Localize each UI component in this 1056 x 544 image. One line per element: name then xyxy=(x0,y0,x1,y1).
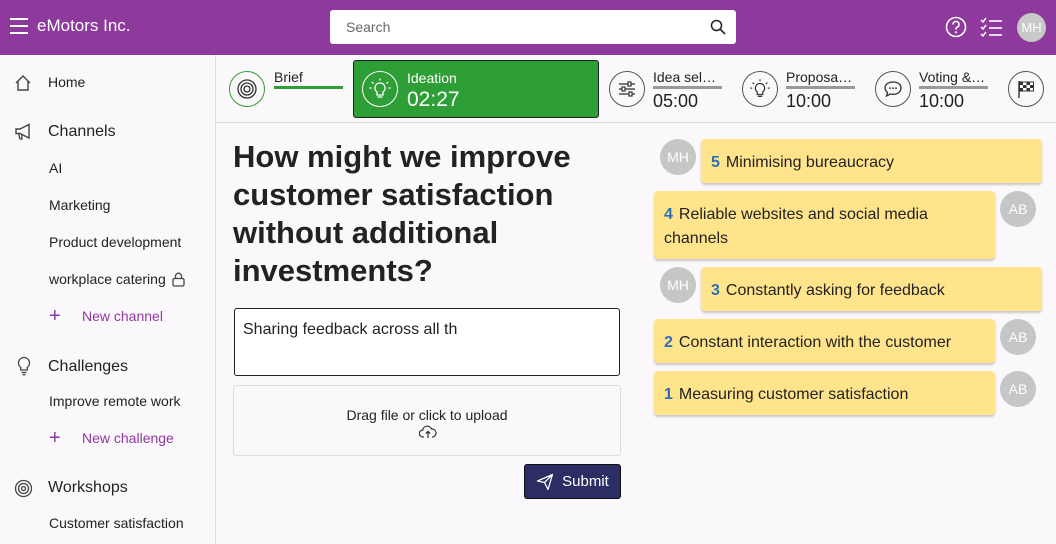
submit-button[interactable]: Submit xyxy=(524,464,621,499)
send-icon xyxy=(537,473,554,490)
phase-ideation[interactable]: Ideation 02:27 xyxy=(353,60,599,118)
idea-number: 5 xyxy=(711,154,720,171)
search-input[interactable] xyxy=(330,10,690,44)
phase-progress-line xyxy=(653,86,722,89)
idea-author-avatar: MH xyxy=(660,267,696,303)
phase-voting[interactable]: Voting &… 10:00 xyxy=(875,55,995,123)
lightbulb-icon xyxy=(362,71,398,107)
lightbulb-icon xyxy=(742,71,778,107)
idea-author-avatar: MH xyxy=(660,139,696,175)
idea-text: Minimising bureaucracy xyxy=(725,154,894,171)
sliders-icon xyxy=(609,71,645,107)
sidebar: Home Channels AI Marketing Product devel… xyxy=(0,55,216,544)
idea-author-avatar: AB xyxy=(1000,191,1036,227)
search-box xyxy=(330,10,736,44)
idea-card[interactable]: 2 Constant interaction with the customer xyxy=(654,319,995,363)
phase-timer: 02:27 xyxy=(407,88,460,111)
phase-progress-line xyxy=(786,86,855,89)
file-upload-dropzone[interactable]: Drag file or click to upload xyxy=(233,385,621,456)
phase-progress-line xyxy=(274,86,343,89)
idea-number: 1 xyxy=(664,386,673,403)
phase-progress-line xyxy=(919,86,988,89)
idea-text: Constant interaction with the customer xyxy=(678,334,952,351)
phase-proposal[interactable]: Proposa… 10:00 xyxy=(742,55,862,123)
phase-name: Voting &… xyxy=(919,69,986,85)
new-challenge-label: New challenge xyxy=(82,430,174,446)
sidebar-item-challenge[interactable]: Improve remote work xyxy=(0,393,215,411)
sidebar-section-label: Workshops xyxy=(48,479,128,496)
new-channel-button[interactable]: + New channel xyxy=(0,305,215,327)
idea-card[interactable]: 4 Reliable websites and social media chan… xyxy=(654,191,995,259)
phase-timer: 10:00 xyxy=(786,91,832,111)
new-challenge-button[interactable]: + New challenge xyxy=(0,427,215,449)
sidebar-item-label: Marketing xyxy=(49,197,111,213)
sidebar-item-channel[interactable]: AI xyxy=(0,160,215,178)
phase-name: Idea sel… xyxy=(653,69,717,85)
phase-name: Ideation xyxy=(407,70,457,86)
phase-brief[interactable]: Brief xyxy=(229,55,349,123)
megaphone-icon xyxy=(14,123,34,144)
idea-card[interactable]: 3 Constantly asking for feedback xyxy=(701,267,1042,311)
lock-icon xyxy=(172,272,185,290)
sidebar-item-workshop[interactable]: Customer satisfaction xyxy=(0,515,215,533)
sidebar-section-label: Channels xyxy=(48,123,116,140)
help-icon[interactable] xyxy=(945,16,967,43)
submit-label: Submit xyxy=(562,473,609,490)
new-channel-label: New channel xyxy=(82,308,163,324)
phase-bar: Brief Ideation 02:27 Idea sel… 05:00 Pro… xyxy=(216,55,1056,123)
app-title: eMotors Inc. xyxy=(37,16,131,35)
idea-text: Measuring customer satisfaction xyxy=(678,386,909,403)
sidebar-item-channel[interactable]: Marketing xyxy=(0,197,215,215)
phase-timer: 05:00 xyxy=(653,91,699,111)
sidebar-item-home[interactable]: Home xyxy=(0,74,215,94)
upload-label: Drag file or click to upload xyxy=(346,407,508,423)
chat-bubble-icon xyxy=(875,71,911,107)
challenge-question: How might we improve customer satisfacti… xyxy=(233,139,571,288)
top-bar: eMotors Inc. MH xyxy=(0,0,1056,55)
menu-icon[interactable] xyxy=(10,18,28,34)
phase-timer: 10:00 xyxy=(919,91,965,111)
sidebar-section-workshops[interactable]: Workshops xyxy=(0,478,215,500)
idea-author-avatar: AB xyxy=(1000,371,1036,407)
idea-card[interactable]: 5 Minimising bureaucracy xyxy=(701,139,1042,183)
cloud-upload-icon xyxy=(418,425,437,444)
search-icon[interactable] xyxy=(710,19,726,40)
phase-name: Brief xyxy=(274,69,303,85)
sidebar-item-label: AI xyxy=(49,160,63,176)
idea-input[interactable] xyxy=(234,308,620,376)
sidebar-item-label: Product development xyxy=(49,234,182,250)
idea-number: 2 xyxy=(664,334,673,351)
idea-text: Constantly asking for feedback xyxy=(725,282,945,299)
sidebar-item-label: Home xyxy=(48,74,86,90)
sidebar-item-channel[interactable]: Product development xyxy=(0,234,215,252)
target-icon xyxy=(14,479,33,501)
phase-finish[interactable] xyxy=(1008,55,1048,123)
target-icon xyxy=(229,71,265,107)
idea-number: 4 xyxy=(664,206,673,223)
sidebar-section-label: Challenges xyxy=(48,358,129,375)
idea-text: Reliable websites and social media chann… xyxy=(664,206,928,247)
phase-idea-selection[interactable]: Idea sel… 05:00 xyxy=(609,55,729,123)
plus-icon: + xyxy=(49,305,61,327)
idea-number: 3 xyxy=(711,282,720,299)
checkered-flag-icon xyxy=(1008,71,1044,107)
sidebar-item-channel[interactable]: workplace catering xyxy=(0,271,215,289)
sidebar-item-label: workplace catering xyxy=(49,271,166,287)
sidebar-section-channels[interactable]: Channels xyxy=(0,122,215,144)
phase-name: Proposa… xyxy=(786,69,853,85)
sidebar-item-label: Improve remote work xyxy=(49,393,181,409)
user-avatar[interactable]: MH xyxy=(1017,13,1046,42)
checklist-icon[interactable] xyxy=(980,16,1004,43)
plus-icon: + xyxy=(49,427,61,449)
idea-author-avatar: AB xyxy=(1000,319,1036,355)
sidebar-section-challenges[interactable]: Challenges xyxy=(0,356,215,378)
lightbulb-icon xyxy=(16,356,32,379)
idea-card[interactable]: 1 Measuring customer satisfaction xyxy=(654,371,995,415)
home-icon xyxy=(14,74,32,95)
sidebar-item-label: Customer satisfaction xyxy=(49,515,184,531)
